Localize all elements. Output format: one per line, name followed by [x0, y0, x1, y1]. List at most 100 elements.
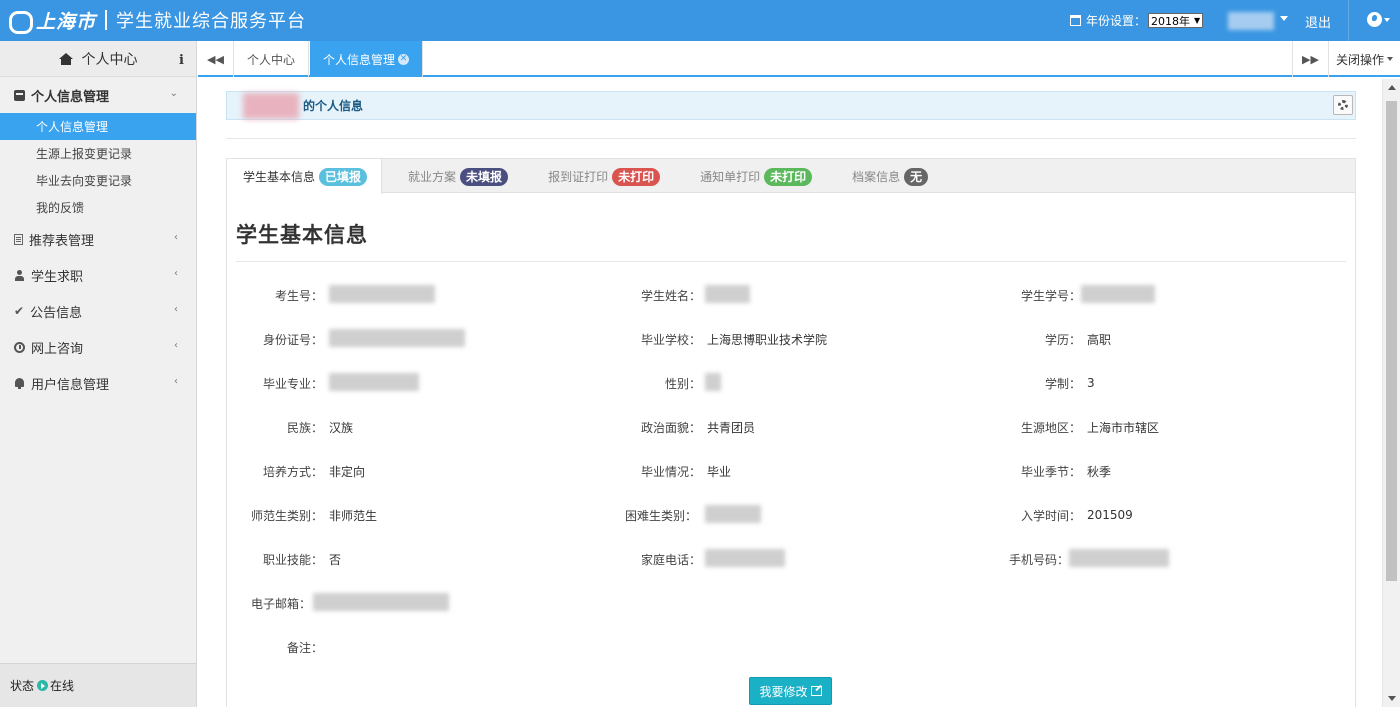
chevron-left-icon: ‹ — [174, 232, 178, 243]
sidebar-group-recommendation[interactable]: 推荐表管理 ‹ — [0, 221, 196, 257]
main-content: 的个人信息 学生基本信息 已填报 就业方案 未填报 报到证打印 未打印 通知单打… — [198, 79, 1382, 707]
year-select-value: 2018年 — [1151, 14, 1191, 28]
field-value: 3 — [1087, 376, 1095, 390]
field-value: 201509 — [1087, 508, 1133, 522]
field-label: 电子邮箱： — [250, 596, 311, 611]
info-card: 学生基本信息 已填报 就业方案 未填报 报到证打印 未打印 通知单打印 未打印 … — [226, 158, 1356, 707]
logout-link[interactable]: 退出 — [1305, 12, 1331, 31]
sidebar-group-personal-info[interactable]: 个人信息管理 ⌄ — [0, 77, 196, 113]
field-label: 毕业季节： — [1020, 464, 1081, 479]
dropdown-caret-icon — [1387, 57, 1393, 61]
sidebar-group-label: 推荐表管理 — [29, 233, 95, 249]
sidebar-group-job-search[interactable]: 学生求职 ‹ — [0, 257, 196, 293]
field-label: 入学时间： — [1020, 508, 1081, 523]
status-badge: 未填报 — [460, 167, 509, 186]
sidebar-item-my-feedback[interactable]: 我的反馈 — [0, 194, 196, 221]
chevron-left-icon: ‹ — [174, 376, 178, 387]
tab-notice-print[interactable]: 通知单打印 未打印 — [684, 159, 826, 194]
logo-text: 上海市 — [36, 10, 97, 33]
scrollbar-thumb[interactable] — [1386, 101, 1397, 581]
field-mobile: 手机号码： — [227, 551, 1069, 567]
sidebar-group-label: 用户信息管理 — [31, 377, 110, 393]
info-icon[interactable]: i — [179, 53, 184, 68]
settings-button[interactable] — [1333, 95, 1353, 115]
tab-label: 档案信息 — [852, 170, 901, 184]
field-duration-value: 3 — [1081, 375, 1181, 391]
globe-icon[interactable] — [1367, 12, 1382, 27]
field-degree-value: 高职 — [1081, 331, 1181, 347]
edit-button[interactable]: 我要修改 — [749, 677, 832, 705]
sidebar-item-personal-info[interactable]: 个人信息管理 — [0, 113, 196, 140]
status-badge: 未打印 — [764, 167, 813, 186]
scroll-down-arrow-icon[interactable] — [1388, 696, 1396, 701]
tab-label: 报到证打印 — [548, 170, 609, 184]
sidebar-group-user-info[interactable]: 用户信息管理 ‹ — [0, 365, 196, 401]
panel-title: 的个人信息 — [303, 99, 364, 113]
chevron-down-icon: ⌄ — [169, 88, 178, 99]
divider — [236, 261, 1346, 262]
field-email: 电子邮箱： — [227, 595, 311, 611]
field-label: 手机号码： — [1008, 552, 1069, 567]
status-badge: 已填报 — [319, 167, 368, 186]
globe-caret-icon[interactable] — [1384, 18, 1390, 22]
status-value: 在线 — [50, 679, 75, 693]
field-grad-season-value: 秋季 — [1081, 463, 1181, 479]
tab-report-certificate-print[interactable]: 报到证打印 未打印 — [532, 159, 674, 194]
tab-employment-plan[interactable]: 就业方案 未填报 — [392, 159, 522, 194]
tab-basic-info[interactable]: 学生基本信息 已填报 — [227, 159, 383, 194]
tab-label: 个人信息管理 — [323, 52, 396, 67]
username-redacted[interactable] — [1228, 12, 1274, 30]
vertical-scrollbar[interactable] — [1382, 79, 1400, 707]
user-menu-caret-icon[interactable] — [1280, 16, 1288, 21]
calendar-icon — [1070, 15, 1081, 26]
check-icon: ✔ — [14, 303, 25, 318]
sidebar-header[interactable]: 个人中心 i — [0, 41, 196, 77]
divider — [1348, 0, 1349, 41]
field-label: 学生学号： — [1020, 288, 1081, 303]
field-value: 秋季 — [1087, 464, 1112, 479]
info-tab-strip: 学生基本信息 已填报 就业方案 未填报 报到证打印 未打印 通知单打印 未打印 … — [227, 159, 1355, 194]
year-select[interactable]: 2018年 ▼ — [1148, 13, 1204, 28]
sidebar-group-label: 个人信息管理 — [31, 89, 110, 105]
close-operations-dropdown[interactable]: 关闭操作 — [1328, 41, 1400, 77]
logo[interactable]: 上海市 学生就业综合服务平台 — [8, 7, 307, 34]
status-badge: 无 — [904, 167, 929, 186]
close-tab-icon[interactable]: ✕ — [398, 53, 410, 65]
page-tab-bar: ◀◀ 个人中心 个人信息管理 ✕ ▶▶ 关闭操作 — [198, 41, 1400, 77]
sidebar-group-label: 公告信息 — [30, 305, 83, 321]
sidebar-item-destination-change-log[interactable]: 毕业去向变更记录 — [0, 167, 196, 194]
tab-personal-info[interactable]: 个人信息管理 ✕ — [310, 41, 424, 77]
sidebar-group-label: 网上咨询 — [31, 341, 84, 357]
sidebar-group-announcements[interactable]: ✔ 公告信息 ‹ — [0, 293, 196, 329]
sidebar: 个人中心 i 个人信息管理 ⌄ 个人信息管理 生源上报变更记录 毕业去向变更记录… — [0, 41, 197, 707]
mobile-redacted — [1069, 549, 1169, 567]
field-label: 学制： — [1044, 376, 1081, 391]
sidebar-group-consultation[interactable]: 网上咨询 ‹ — [0, 329, 196, 365]
top-bar: 上海市 学生就业综合服务平台 年份设置： 2018年 ▼ 退出 — [0, 0, 1400, 41]
archive-icon — [14, 89, 25, 101]
tab-archive-info[interactable]: 档案信息 无 — [836, 159, 942, 194]
app-title: 学生就业综合服务平台 — [116, 11, 307, 32]
sidebar-group-label: 学生求职 — [31, 269, 84, 285]
student-no-redacted — [1081, 285, 1155, 303]
tab-label: 学生基本信息 — [243, 170, 316, 184]
logo-separator — [105, 10, 108, 30]
tab-personal-center[interactable]: 个人中心 — [234, 41, 310, 77]
edit-icon — [810, 686, 822, 696]
tab-scroll-left-button[interactable]: ◀◀ — [198, 41, 234, 77]
status-badge: 未打印 — [612, 167, 661, 186]
clock-icon — [14, 341, 25, 353]
field-grad-season: 毕业季节： — [227, 463, 1081, 479]
field-origin: 生源地区： — [227, 419, 1081, 435]
tab-scroll-right-button[interactable]: ▶▶ — [1292, 41, 1328, 77]
user-tie-icon — [14, 269, 25, 281]
close-operations-label: 关闭操作 — [1335, 52, 1384, 67]
section-title: 学生基本信息 — [236, 223, 368, 247]
dropdown-caret-icon: ▼ — [1194, 16, 1201, 25]
sidebar-item-origin-change-log[interactable]: 生源上报变更记录 — [0, 140, 196, 167]
field-degree: 学历： — [227, 331, 1081, 347]
year-setting-label: 年份设置： — [1086, 14, 1147, 28]
chevron-left-icon: ‹ — [174, 268, 178, 279]
email-redacted — [313, 593, 449, 611]
scroll-up-arrow-icon[interactable] — [1388, 85, 1396, 90]
